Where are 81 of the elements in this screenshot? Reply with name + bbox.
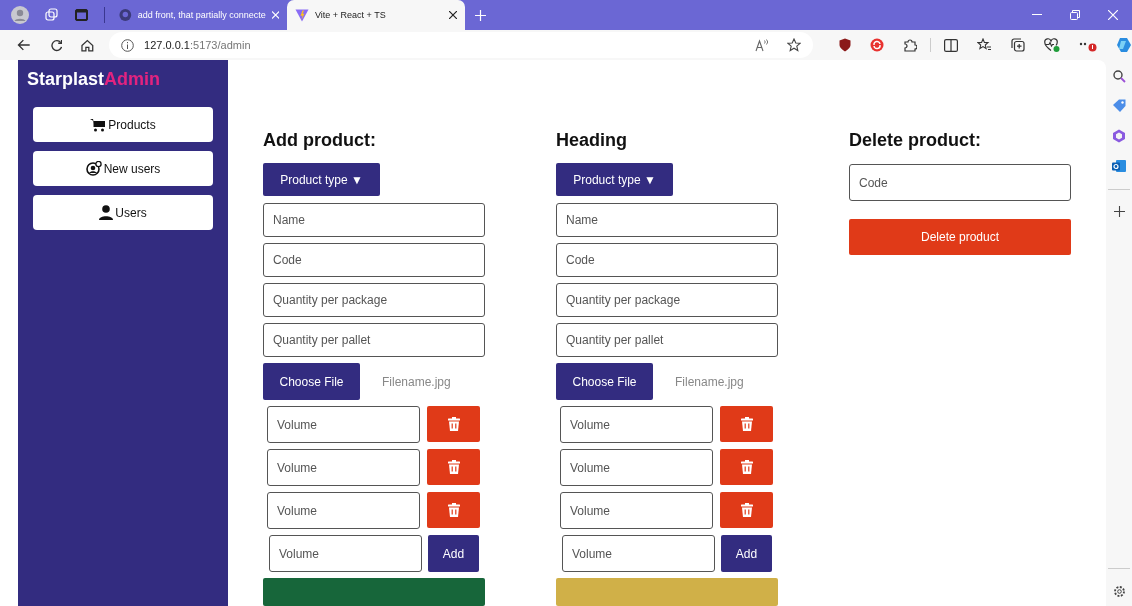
hexagon-logo-icon[interactable] xyxy=(1112,129,1126,143)
trash-icon xyxy=(447,460,460,475)
choose-file-button[interactable]: Choose File xyxy=(556,363,653,401)
reload-icon[interactable] xyxy=(49,38,63,52)
text-field[interactable]: Code xyxy=(263,243,485,278)
heart-pulse-icon[interactable] xyxy=(1044,38,1060,52)
delete-button[interactable] xyxy=(720,406,773,443)
puzzle-icon[interactable] xyxy=(903,38,917,52)
user-circle-icon xyxy=(85,161,102,176)
back-icon[interactable] xyxy=(17,39,31,51)
product-type-dropdown[interactable]: Product type ▼ xyxy=(263,163,380,197)
add-button[interactable]: Add xyxy=(428,535,479,573)
form-heading: Add product: xyxy=(263,130,377,151)
delete-product-button[interactable]: Delete product xyxy=(849,219,1071,255)
delete-button[interactable] xyxy=(427,492,480,529)
file-name: Filename.jpg xyxy=(382,375,451,389)
file-name: Filename.jpg xyxy=(675,375,744,389)
tag-icon[interactable] xyxy=(1112,99,1126,113)
trash-icon xyxy=(447,503,460,518)
restore-icon[interactable] xyxy=(1070,10,1080,20)
new-tab-icon[interactable] xyxy=(475,9,486,21)
volume-field[interactable]: Volume xyxy=(267,449,420,487)
tab-title: add front, that partially connecte xyxy=(137,10,266,20)
favorites-icon[interactable] xyxy=(977,38,992,52)
delete-button[interactable] xyxy=(720,492,773,529)
trash-icon xyxy=(740,503,753,518)
form-heading: Delete product: xyxy=(849,130,982,152)
profile-icon[interactable] xyxy=(11,6,29,24)
browser-tab[interactable]: add front, that partially connecte xyxy=(111,0,287,30)
trash-icon xyxy=(740,417,753,432)
volume-field[interactable]: Volume xyxy=(562,535,715,573)
lightning-logo-icon xyxy=(295,8,309,22)
volume-field[interactable]: Volume xyxy=(560,406,713,444)
volume-field[interactable]: Volume xyxy=(267,406,420,444)
collections-icon[interactable] xyxy=(1011,38,1025,52)
split-screen-icon[interactable] xyxy=(944,38,958,52)
text-field[interactable]: Quantity per pallet xyxy=(556,323,778,358)
sidebar-item[interactable]: Products xyxy=(33,107,213,142)
code-field[interactable]: Code xyxy=(849,164,1071,201)
brand-logo: StarplastAdmin xyxy=(27,69,161,90)
add-button[interactable]: Add xyxy=(721,535,772,573)
star-icon[interactable] xyxy=(787,38,801,52)
tab-actions-icon[interactable] xyxy=(75,9,88,21)
shield-icon[interactable] xyxy=(839,38,851,52)
sync-icon[interactable] xyxy=(870,38,884,52)
volume-field[interactable]: Volume xyxy=(269,535,422,573)
text-field[interactable]: Name xyxy=(263,203,485,238)
home-icon[interactable] xyxy=(81,38,95,52)
info-icon xyxy=(121,38,135,52)
read-aloud-icon[interactable] xyxy=(755,38,769,52)
tab-title: Vite + React + TS xyxy=(315,10,387,20)
copilot-icon[interactable] xyxy=(1116,37,1132,53)
trash-icon xyxy=(740,460,753,475)
mail-logo-icon[interactable] xyxy=(1112,159,1126,173)
delete-button[interactable] xyxy=(427,406,480,443)
delete-button[interactable] xyxy=(427,449,480,486)
form-heading: Heading xyxy=(556,130,628,151)
minimize-icon[interactable] xyxy=(1032,14,1042,16)
search-icon[interactable] xyxy=(1112,70,1126,83)
cart-icon xyxy=(90,117,107,132)
user-icon xyxy=(99,205,114,220)
product-type-dropdown[interactable]: Product type ▼ xyxy=(556,163,673,197)
volume-field[interactable]: Volume xyxy=(560,492,713,530)
address-field[interactable]: 127.0.0.1:5173/admin xyxy=(109,32,813,58)
choose-file-button[interactable]: Choose File xyxy=(263,363,360,401)
text-field[interactable]: Name xyxy=(556,203,778,238)
workspaces-icon[interactable] xyxy=(45,8,59,22)
delete-button[interactable] xyxy=(720,449,773,486)
settings-icon[interactable] xyxy=(1112,585,1126,598)
text-field[interactable]: Quantity per package xyxy=(263,283,485,318)
sidebar-item[interactable]: Users xyxy=(33,195,213,230)
browser-tab[interactable]: Vite + React + TS xyxy=(287,0,465,30)
text-field[interactable]: Code xyxy=(556,243,778,278)
volume-field[interactable]: Volume xyxy=(267,492,420,530)
text-field[interactable]: Quantity per package xyxy=(556,283,778,318)
volume-field[interactable]: Volume xyxy=(560,449,713,487)
text-field[interactable]: Quantity per pallet xyxy=(263,323,485,358)
close-icon[interactable] xyxy=(449,11,457,19)
add-icon[interactable] xyxy=(1113,206,1125,217)
trash-icon xyxy=(447,417,460,432)
sidebar-item[interactable]: New users xyxy=(33,151,213,186)
